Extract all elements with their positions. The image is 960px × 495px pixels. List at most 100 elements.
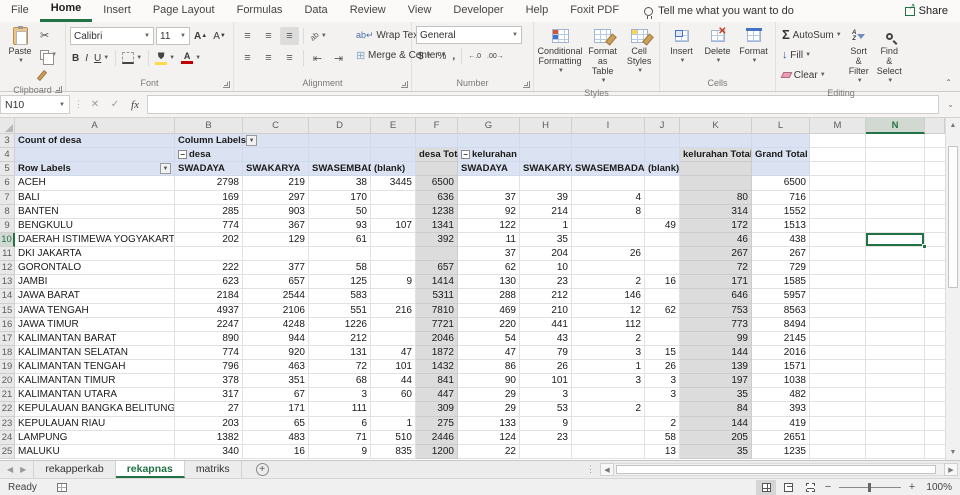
cell-I18[interactable]: 3 — [572, 345, 645, 360]
cell-B17[interactable]: 890 — [175, 331, 243, 346]
row-header-8[interactable]: 8 — [0, 204, 15, 219]
cell-H16[interactable]: 441 — [520, 317, 572, 332]
font-dialog-launcher[interactable] — [223, 81, 230, 88]
cell-E5[interactable]: (blank) — [371, 162, 416, 177]
cell-J16[interactable] — [645, 317, 680, 332]
cell-C13[interactable]: 657 — [243, 275, 309, 290]
cell-M7[interactable] — [810, 190, 866, 205]
cell-J22[interactable] — [645, 402, 680, 417]
cell-C4[interactable] — [243, 148, 309, 163]
cell-G16[interactable]: 220 — [458, 317, 520, 332]
column-header-G[interactable]: G — [458, 118, 520, 134]
alignment-dialog-launcher[interactable] — [401, 81, 408, 88]
cell-M4[interactable] — [810, 148, 866, 163]
menu-tab-help[interactable]: Help — [515, 0, 560, 22]
cell-K20[interactable]: 197 — [680, 374, 752, 389]
cell-C19[interactable]: 463 — [243, 360, 309, 375]
cell-C22[interactable]: 171 — [243, 402, 309, 417]
cell-B4[interactable]: − desa — [175, 148, 243, 163]
accounting-format-button[interactable]: $ ▼ — [416, 47, 434, 65]
cell-C15[interactable]: 2106 — [243, 303, 309, 318]
cell-B24[interactable]: 1382 — [175, 430, 243, 445]
cell-N19[interactable] — [866, 360, 925, 375]
cell-L18[interactable]: 2016 — [752, 345, 810, 360]
cell-N18[interactable] — [866, 345, 925, 360]
row-header-9[interactable]: 9 — [0, 218, 15, 233]
zoom-slider-thumb[interactable] — [868, 482, 871, 492]
cell-C21[interactable]: 67 — [243, 388, 309, 403]
cell-A15[interactable]: JAWA TENGAH — [15, 303, 175, 318]
cell-D17[interactable]: 212 — [309, 331, 371, 346]
cell-C9[interactable]: 367 — [243, 218, 309, 233]
row-header-18[interactable]: 18 — [0, 345, 15, 360]
cell-D22[interactable]: 111 — [309, 402, 371, 417]
paste-button[interactable]: Paste ▼ — [4, 26, 36, 84]
confirm-entry-button[interactable]: ✓ — [107, 99, 123, 110]
cell-K10[interactable]: 46 — [680, 232, 752, 247]
name-box[interactable]: N10 ▼ — [0, 95, 70, 114]
collapse-ribbon-button[interactable]: ⌃ — [945, 78, 952, 87]
cell-K22[interactable]: 84 — [680, 402, 752, 417]
cell-B20[interactable]: 378 — [175, 374, 243, 389]
cell-C5[interactable]: SWAKARYA — [243, 162, 309, 177]
cell-H5[interactable]: SWAKARYA — [520, 162, 577, 177]
decrease-decimal-button[interactable]: .00→ — [485, 47, 506, 65]
cell-M25[interactable] — [810, 444, 866, 459]
cell-N25[interactable] — [866, 444, 925, 459]
cell-M20[interactable] — [810, 374, 866, 389]
cell-G7[interactable]: 37 — [458, 190, 520, 205]
cell-E11[interactable] — [371, 247, 416, 262]
cell-K14[interactable]: 646 — [680, 289, 752, 304]
cell-J15[interactable]: 62 — [645, 303, 680, 318]
cell-I4[interactable] — [572, 148, 645, 163]
scroll-up-button[interactable]: ▲ — [946, 118, 960, 133]
cell-N7[interactable] — [866, 190, 925, 205]
cell-I8[interactable]: 8 — [572, 204, 645, 219]
cell-G5[interactable]: SWADAYA — [458, 162, 520, 177]
cell-H20[interactable]: 101 — [520, 374, 572, 389]
cell-A4[interactable] — [15, 148, 175, 163]
cell-O5[interactable] — [925, 162, 945, 177]
cell-I25[interactable] — [572, 444, 645, 459]
cell-I14[interactable]: 146 — [572, 289, 645, 304]
cell-O25[interactable] — [925, 444, 945, 459]
cell-J6[interactable] — [645, 176, 680, 191]
cell-N23[interactable] — [866, 416, 925, 431]
cell-G11[interactable]: 37 — [458, 247, 520, 262]
cell-N24[interactable] — [866, 430, 925, 445]
cell-L9[interactable]: 1513 — [752, 218, 810, 233]
row-header-11[interactable]: 11 — [0, 247, 15, 262]
cell-H3[interactable] — [520, 134, 572, 149]
cell-D4[interactable] — [309, 148, 371, 163]
menu-tab-insert[interactable]: Insert — [92, 0, 142, 22]
clipboard-dialog-launcher[interactable] — [55, 86, 62, 93]
vertical-scroll-thumb[interactable] — [948, 146, 958, 288]
format-painter-button[interactable] — [36, 66, 59, 84]
cell-H22[interactable]: 53 — [520, 402, 572, 417]
cell-K18[interactable]: 144 — [680, 345, 752, 360]
cell-C12[interactable]: 377 — [243, 261, 309, 276]
fill-button[interactable]: ↓ Fill ▼ — [780, 46, 844, 64]
insert-cells-button[interactable]: Insert ▼ — [665, 26, 699, 77]
cell-O8[interactable] — [925, 204, 945, 219]
cell-M23[interactable] — [810, 416, 866, 431]
cell-B12[interactable]: 222 — [175, 261, 243, 276]
cell-D8[interactable]: 50 — [309, 204, 371, 219]
cell-G9[interactable]: 122 — [458, 218, 520, 233]
cell-B5[interactable]: SWADAYA — [175, 162, 243, 177]
cell-M3[interactable] — [810, 134, 866, 149]
horizontal-scroll-thumb[interactable] — [616, 465, 936, 474]
cell-A21[interactable]: KALIMANTAN UTARA — [15, 388, 175, 403]
cell-I16[interactable]: 112 — [572, 317, 645, 332]
cell-H4[interactable] — [520, 148, 572, 163]
cell-L17[interactable]: 2145 — [752, 331, 810, 346]
top-align-button[interactable]: ≡ — [238, 27, 257, 45]
cell-E4[interactable] — [371, 148, 416, 163]
align-left-button[interactable]: ≡ — [238, 49, 257, 67]
cell-K19[interactable]: 139 — [680, 360, 752, 375]
cell-C20[interactable]: 351 — [243, 374, 309, 389]
cell-E17[interactable] — [371, 331, 416, 346]
cell-K17[interactable]: 99 — [680, 331, 752, 346]
cell-M13[interactable] — [810, 275, 866, 290]
cell-L19[interactable]: 1571 — [752, 360, 810, 375]
